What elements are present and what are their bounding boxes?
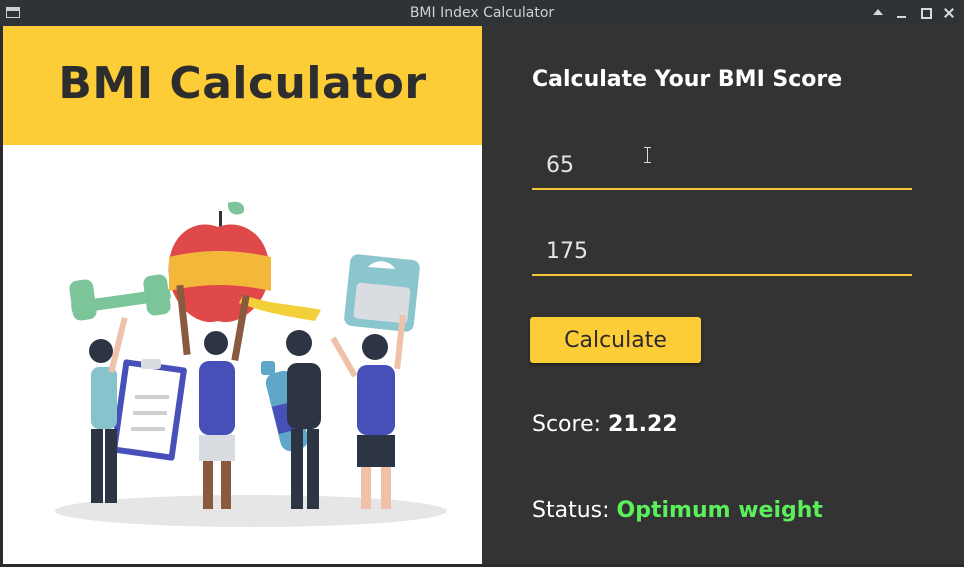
fitness-illustration xyxy=(55,201,447,527)
text-cursor-icon xyxy=(644,147,651,163)
close-icon[interactable] xyxy=(940,4,958,22)
form-heading: Calculate Your BMI Score xyxy=(532,67,843,92)
calculate-button[interactable]: Calculate xyxy=(530,317,701,363)
status-label: Status: xyxy=(532,498,610,523)
scale-icon xyxy=(344,254,420,332)
clipboard-icon xyxy=(111,359,187,461)
status-row: Status: Optimum weight xyxy=(532,498,823,523)
left-panel: BMI Calculator xyxy=(3,26,482,564)
person-4 xyxy=(330,314,406,509)
status-value: Optimum weight xyxy=(616,498,823,523)
window-title: BMI Index Calculator xyxy=(409,5,555,21)
weight-input[interactable] xyxy=(532,142,912,188)
maximize-icon[interactable] xyxy=(917,4,935,22)
score-row: Score: 21.22 xyxy=(532,412,678,437)
weight-field[interactable] xyxy=(532,142,912,190)
score-label: Score: xyxy=(532,412,602,437)
right-panel: Calculate Your BMI Score Calculate Score… xyxy=(482,26,964,564)
minimize-icon[interactable] xyxy=(893,4,911,22)
banner: BMI Calculator xyxy=(3,26,482,145)
banner-title: BMI Calculator xyxy=(58,58,427,109)
dumbbell-icon xyxy=(69,274,171,321)
person-3 xyxy=(286,330,321,509)
height-input[interactable] xyxy=(532,228,912,274)
keep-above-icon[interactable] xyxy=(869,4,887,22)
height-field[interactable] xyxy=(532,228,912,276)
title-bar: BMI Index Calculator xyxy=(0,0,964,26)
score-value: 21.22 xyxy=(608,412,678,437)
